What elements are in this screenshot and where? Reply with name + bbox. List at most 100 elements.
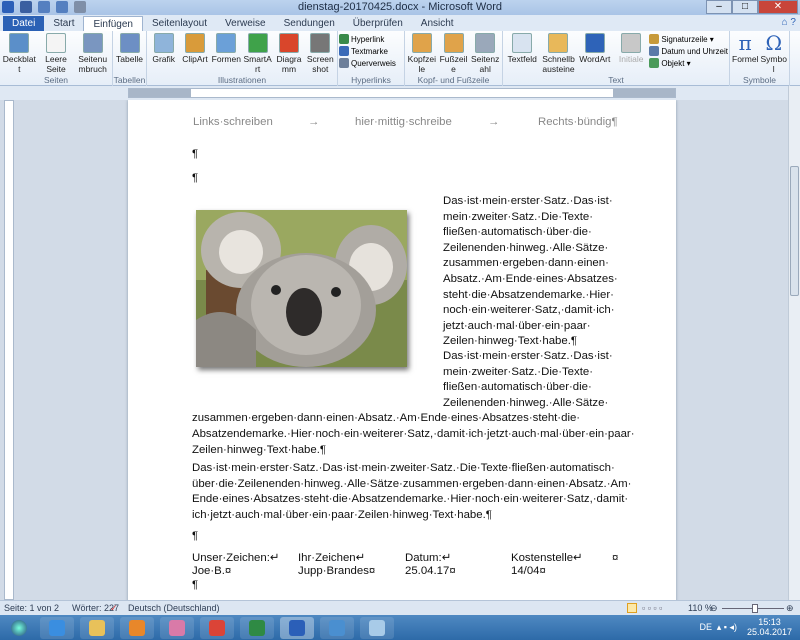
button-label: Fußzeile bbox=[439, 54, 468, 74]
tab-einfügen[interactable]: Einfügen bbox=[83, 16, 143, 31]
snipping-tool-taskbar-button[interactable] bbox=[160, 617, 194, 639]
button-label: Leere Seite bbox=[45, 54, 67, 74]
group-label: Text bbox=[608, 75, 624, 85]
signature-line-button[interactable]: Signaturzeile ▾ bbox=[649, 34, 728, 44]
outlook-taskbar-button[interactable] bbox=[120, 617, 154, 639]
zoom-in-button[interactable]: ⊕ bbox=[786, 603, 794, 614]
scrollbar-thumb[interactable] bbox=[790, 166, 799, 296]
clock-time[interactable]: 15:13 bbox=[747, 617, 792, 627]
text-line: zusammen·ergeben·dann·einen· bbox=[443, 257, 609, 270]
smartart-icon bbox=[247, 33, 268, 53]
word-taskbar-button[interactable] bbox=[280, 617, 314, 639]
explorer-taskbar-button[interactable] bbox=[80, 617, 114, 639]
clock-date[interactable]: 25.04.2017 bbox=[747, 627, 792, 637]
network-icon bbox=[329, 620, 345, 636]
vertical-scrollbar[interactable] bbox=[788, 86, 800, 600]
proofing-icon[interactable]: ✓ bbox=[110, 603, 118, 614]
bookmark-icon bbox=[339, 46, 349, 56]
group-label: Tabellen bbox=[113, 75, 146, 85]
date-time-button[interactable]: Datum und Uhrzeit bbox=[649, 46, 728, 56]
tab-start[interactable]: Start bbox=[44, 16, 83, 31]
page-count[interactable]: Seite: 1 von 2 bbox=[4, 603, 59, 613]
vertical-ruler[interactable] bbox=[4, 100, 14, 600]
hyperlink-icon bbox=[339, 34, 349, 44]
zoom-out-button[interactable]: ⊖ bbox=[710, 603, 718, 614]
button-label: Formen bbox=[211, 54, 241, 64]
print-layout-view-icon[interactable] bbox=[627, 603, 637, 613]
text-line: Das·ist·mein·erster·Satz.·Das·ist·mein·z… bbox=[192, 462, 615, 474]
view-buttons[interactable]: ▫ ▫ ▫ ▫ bbox=[642, 603, 662, 613]
header-right: Rechts·bündig¶ bbox=[538, 116, 618, 128]
ie-icon bbox=[49, 620, 65, 636]
table-header-cell[interactable]: ¤ bbox=[612, 551, 618, 567]
chrome-taskbar-button[interactable] bbox=[200, 617, 234, 639]
ie-taskbar-button[interactable] bbox=[40, 617, 74, 639]
excel-taskbar-button[interactable] bbox=[240, 617, 274, 639]
hyperlink-button[interactable]: Hyperlink bbox=[339, 34, 396, 44]
ribbon-group: Hyperlink Textmarke Querverweis Hyperlinks bbox=[338, 31, 405, 86]
table-cell[interactable]: 25.04.17¤ bbox=[405, 564, 456, 580]
maximize-button[interactable]: □ bbox=[732, 0, 758, 14]
header-center: hier·mittig·schreibe bbox=[355, 116, 452, 128]
header-left: Links·schreiben bbox=[193, 116, 273, 128]
tab-überprüfen[interactable]: Überprüfen bbox=[344, 16, 412, 31]
drop-cap-icon bbox=[621, 33, 642, 53]
tab-sendungen[interactable]: Sendungen bbox=[275, 16, 344, 31]
text-line: mein·zweiter·Satz.·Die·Texte· bbox=[443, 210, 594, 223]
text-line: mein·zweiter·Satz.·Die·Texte· bbox=[443, 365, 594, 378]
button-label: Seitenumbruch bbox=[78, 54, 108, 74]
textbox-icon bbox=[512, 33, 533, 53]
language[interactable]: Deutsch (Deutschland) bbox=[128, 603, 220, 613]
system-tray: DE ▴ ▪ ◂) 15:13 25.04.2017 bbox=[699, 617, 792, 637]
page[interactable]: Links·schreiben → hier·mittig·schreibe →… bbox=[128, 100, 676, 600]
button-label: Datum und Uhrzeit bbox=[661, 46, 729, 56]
button-label: ClipArt bbox=[182, 54, 208, 64]
network-volume-icons[interactable]: ▴ ▪ ◂) bbox=[717, 622, 737, 632]
tab-ansicht[interactable]: Ansicht bbox=[412, 16, 463, 31]
quick-parts-icon bbox=[548, 33, 569, 53]
bookmark-button[interactable]: Textmarke bbox=[339, 46, 396, 56]
picture-icon bbox=[153, 33, 174, 53]
tab-datei[interactable]: Datei bbox=[3, 16, 45, 31]
text-line: ich·jetzt·auch·mal·über·ein·paar·Zeilen·… bbox=[192, 508, 492, 521]
object-button[interactable]: Objekt ▾ bbox=[649, 58, 728, 68]
date-time-icon bbox=[649, 46, 660, 56]
table-cell[interactable]: Jupp·Brandes¤ bbox=[298, 564, 375, 580]
document-area: Links·schreiben → hier·mittig·schreibe →… bbox=[0, 100, 788, 600]
help-icon[interactable]: ⌂ ? bbox=[782, 17, 796, 28]
language-indicator[interactable]: DE bbox=[699, 622, 712, 632]
text-line: steht·die·Absatzendemarke.·Hier· bbox=[443, 288, 614, 301]
button-label: Hyperlink bbox=[351, 34, 385, 44]
text-line: Das·ist·mein·erster·Satz.·Das·ist· bbox=[443, 350, 613, 362]
outlook-icon bbox=[129, 620, 145, 636]
paragraph-mark: ¶ bbox=[192, 530, 199, 542]
ribbon-group: Kopfzeile Fußzeile Seitenzahl Kopf- und Fuß… bbox=[405, 31, 503, 86]
ribbon-group: Textfeld Schnellbausteine WordArt Initiale S… bbox=[503, 31, 730, 86]
tab-verweise[interactable]: Verweise bbox=[216, 16, 275, 31]
koala-image[interactable] bbox=[196, 210, 407, 367]
text-line: Ende·eines·Absatzes·steht·die·Absatzende… bbox=[192, 493, 629, 506]
minimize-button[interactable]: – bbox=[706, 0, 732, 14]
text-line: über·die·Zeilenenden·hinweg.·Alle·Sätze·… bbox=[192, 477, 632, 490]
button-label: Seitenzahl bbox=[471, 54, 500, 74]
tab-seitenlayout[interactable]: Seitenlayout bbox=[143, 16, 216, 31]
start-button[interactable] bbox=[2, 617, 36, 639]
table-cell[interactable]: 14/04¤ bbox=[511, 564, 546, 580]
zoom-slider-thumb[interactable] bbox=[752, 604, 758, 613]
network-taskbar-button[interactable] bbox=[320, 617, 354, 639]
text-line: Zeilen·hinweg·Text·habe.¶ bbox=[192, 443, 327, 456]
horizontal-ruler[interactable] bbox=[0, 86, 800, 100]
blank-page-icon bbox=[46, 33, 66, 53]
close-button[interactable]: ✕ bbox=[758, 0, 798, 14]
button-label: Grafik bbox=[152, 54, 175, 64]
notepad-taskbar-button[interactable] bbox=[360, 617, 394, 639]
taskbar: DE ▴ ▪ ◂) 15:13 25.04.2017 bbox=[0, 615, 800, 640]
group-label: Illustrationen bbox=[217, 75, 267, 85]
status-bar: Seite: 1 von 2 Wörter: 227 ✓ Deutsch (De… bbox=[0, 600, 800, 615]
button-label: WordArt bbox=[579, 54, 611, 64]
footer-icon bbox=[443, 33, 464, 53]
shapes-icon bbox=[216, 33, 237, 53]
chart-icon bbox=[278, 33, 299, 53]
button-label: Tabelle bbox=[116, 54, 143, 64]
cross-reference-button[interactable]: Querverweis bbox=[339, 58, 396, 68]
